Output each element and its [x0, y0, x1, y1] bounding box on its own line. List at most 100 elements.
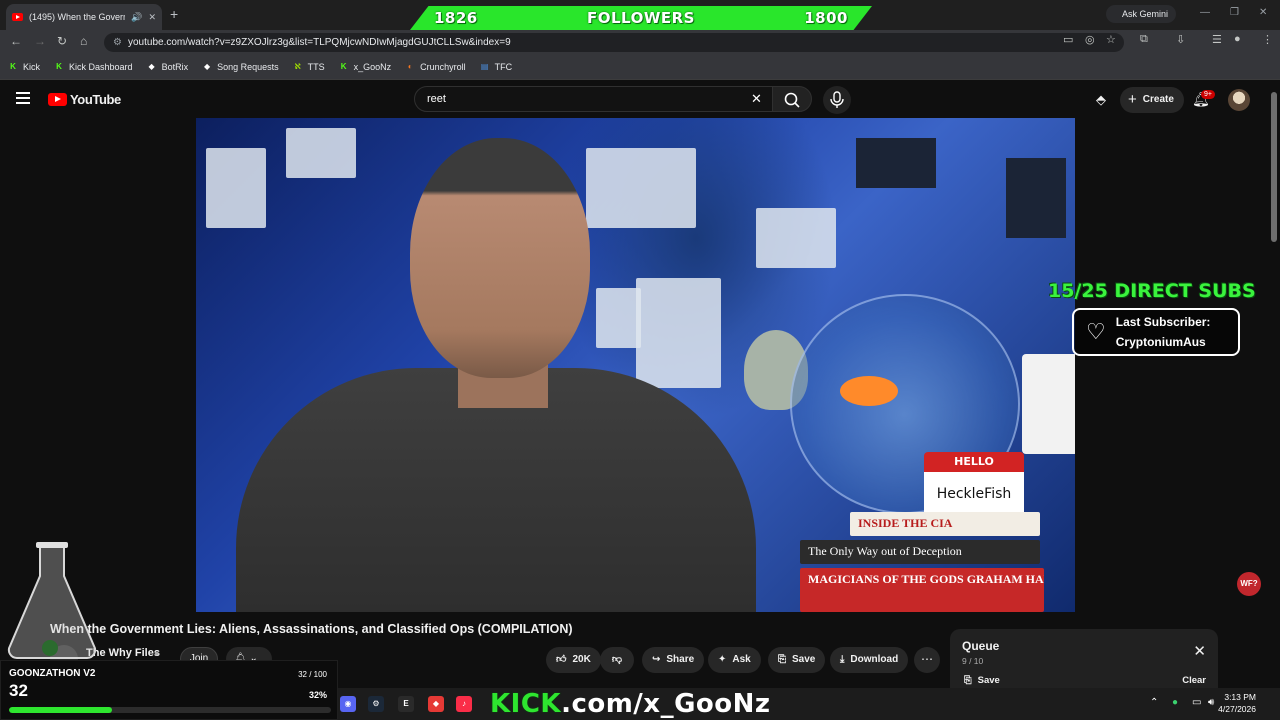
address-url: youtube.com/watch?v=z9ZXOJlrz3g&list=TLP…	[128, 37, 511, 48]
search-icon	[784, 92, 800, 108]
bookmark-botrix[interactable]: ◆ BotRix	[147, 62, 188, 72]
site-info-icon[interactable]: ⚙	[113, 33, 122, 52]
background-poster	[756, 208, 836, 268]
bookmark-kick[interactable]: K Kick	[8, 62, 40, 72]
book: INSIDE THE CIA	[850, 512, 1040, 536]
browser-toolbar: ← → ↻ ⌂ ⚙ youtube.com/watch?v=z9ZXOJlrz3…	[0, 30, 1280, 54]
ask-gemini-button[interactable]: Ask Gemini	[1106, 5, 1177, 23]
kick-icon: K	[340, 62, 347, 71]
bookmark-label: TFC	[494, 61, 513, 72]
browser-menu-icon[interactable]: ⋮	[1262, 33, 1273, 46]
bookmark-label: Kick Dashboard	[69, 61, 133, 72]
background-poster	[636, 278, 721, 388]
more-actions-button[interactable]: ⋯	[914, 647, 940, 673]
account-avatar[interactable]	[1228, 89, 1250, 111]
kick-icon: K	[10, 62, 16, 71]
clock-time: 3:13 PM	[1224, 692, 1256, 702]
tts-icon: ℵ	[294, 62, 301, 71]
search-button[interactable]	[772, 86, 812, 112]
back-icon[interactable]: ←	[10, 34, 22, 48]
bookmark-star-icon[interactable]: ☆	[1106, 33, 1116, 46]
windows-taskbar: ◉ ⚙ E ◆ ♪	[338, 688, 1280, 720]
channel-watermark[interactable]: WF?	[1237, 572, 1261, 596]
verified-icon: ●	[154, 648, 160, 658]
search-input[interactable]: reet	[414, 86, 774, 112]
eye-off-icon[interactable]: ◎	[1085, 33, 1095, 46]
close-window-icon[interactable]: ✕	[1259, 7, 1267, 18]
clear-search-icon[interactable]: ✕	[751, 91, 762, 107]
bookmarks-bar: K Kick K Kick Dashboard ◆ BotRix ◆ Song Request…	[0, 54, 1280, 80]
goonzathon-percent: 32%	[308, 690, 327, 700]
reading-list-icon[interactable]: ☰	[1212, 33, 1222, 46]
followers-target: 1800	[804, 9, 848, 27]
last-subscriber-label: Last Subscriber:	[1115, 315, 1211, 329]
queue-save-button[interactable]: ⎘ Save	[964, 675, 1000, 686]
queue-clear-button[interactable]: Clear	[1182, 675, 1206, 686]
youtube-header: YouTube reet ✕ ⬘ + Create 🔔︎ 9+	[0, 82, 1268, 118]
maximize-icon[interactable]: ❐	[1230, 7, 1239, 18]
cast-tv-icon[interactable]: ⬘	[1096, 92, 1106, 108]
bookmark-tfc[interactable]: ▤ TFC	[480, 61, 513, 72]
save-button[interactable]: ⎘ Save	[768, 647, 826, 673]
scroll-thumb[interactable]	[1271, 92, 1277, 242]
share-button[interactable]: ↪ Share	[642, 647, 705, 673]
botrix-icon: ◆	[148, 62, 155, 71]
name-tag: HELLO HeckleFish	[924, 452, 1024, 518]
steam-icon[interactable]: ⚙	[368, 696, 384, 712]
downloads-icon[interactable]: ⇩	[1176, 33, 1185, 46]
microphone-tray-icon[interactable]: ●	[1172, 697, 1178, 708]
epic-games-icon[interactable]: E	[398, 696, 414, 712]
voice-search-button[interactable]	[823, 86, 851, 114]
bookmark-kick-dashboard[interactable]: K Kick Dashboard	[54, 61, 133, 72]
ask-button[interactable]: ✦ Ask	[708, 647, 761, 673]
youtube-favicon-icon	[12, 13, 23, 21]
address-bar[interactable]: ⚙ youtube.com/watch?v=z9ZXOJlrz3g&list=T…	[104, 33, 1124, 52]
forward-icon[interactable]: →	[34, 34, 46, 48]
cast-icon[interactable]: ▭	[1063, 33, 1073, 46]
extensions-icon[interactable]: ⧉	[1140, 33, 1148, 46]
bookmark-song-requests[interactable]: ◆ Song Requests	[202, 62, 279, 72]
followers-goal-banner: 1826 FOLLOWERS 1800	[410, 6, 872, 30]
home-icon[interactable]: ⌂	[80, 34, 87, 48]
video-player[interactable]: HELLO HeckleFish INSIDE THE CIA The Only…	[196, 118, 1075, 612]
new-tab-button[interactable]: +	[170, 6, 178, 22]
minimize-icon[interactable]: —	[1200, 7, 1210, 18]
volume-tray-icon[interactable]: 🔊︎	[1208, 697, 1214, 708]
music-icon: ◆	[204, 62, 211, 71]
discord-icon[interactable]: ◉	[340, 696, 356, 712]
queue-title: Queue	[962, 639, 1000, 653]
hamburger-menu-icon[interactable]	[16, 92, 30, 104]
dislike-button[interactable]: 👎︎	[600, 647, 634, 673]
music-app-icon[interactable]: ♪	[456, 696, 472, 712]
download-button[interactable]: ⤓ Download	[830, 647, 909, 673]
tab-title: (1495) When the Governm	[29, 12, 126, 22]
system-clock[interactable]: 3:13 PM 4/27/2026	[1218, 691, 1256, 715]
display-tray-icon[interactable]: ▭	[1192, 697, 1201, 708]
host-head	[410, 138, 590, 378]
video-title: When the Government Lies: Aliens, Assass…	[50, 622, 573, 636]
like-button[interactable]: 👍︎ 20K	[546, 647, 601, 673]
tray-chevron-icon[interactable]: ⌃	[1150, 697, 1158, 708]
bookmark-crunchyroll[interactable]: ◐ Crunchyroll	[405, 62, 466, 72]
bookmark-icon: ⎘	[778, 654, 786, 665]
microphone-icon	[830, 91, 844, 108]
bookmark-tts[interactable]: ℵ TTS	[293, 62, 324, 72]
speaker-icon[interactable]: 🔊	[131, 12, 142, 23]
thumbs-down-icon: 👎︎	[611, 654, 623, 665]
goldfish	[840, 376, 898, 406]
book: MAGICIANS OF THE GODS GRAHAM HANCOCK	[800, 568, 1044, 612]
create-button[interactable]: + Create	[1120, 87, 1184, 113]
reload-icon[interactable]: ↻	[57, 34, 67, 48]
youtube-logo[interactable]: YouTube	[48, 92, 121, 107]
profile-icon[interactable]: ●	[1234, 33, 1241, 45]
close-tab-icon[interactable]: ✕	[148, 12, 156, 23]
book-stack: INSIDE THE CIA The Only Way out of Decep…	[800, 512, 1044, 612]
bookmark-x-goonz[interactable]: Kx_GooNz	[339, 62, 391, 72]
background-poster	[206, 148, 266, 228]
background-poster	[286, 128, 356, 178]
queue-close-icon[interactable]: ✕	[1193, 642, 1206, 660]
direct-subs-goal: 15/25 DIRECT SUBS	[1048, 280, 1256, 302]
page-scrollbar[interactable]	[1268, 82, 1280, 688]
browser-tab[interactable]: (1495) When the Governm 🔊 ✕	[6, 4, 162, 30]
app-red-icon[interactable]: ◆	[428, 696, 444, 712]
